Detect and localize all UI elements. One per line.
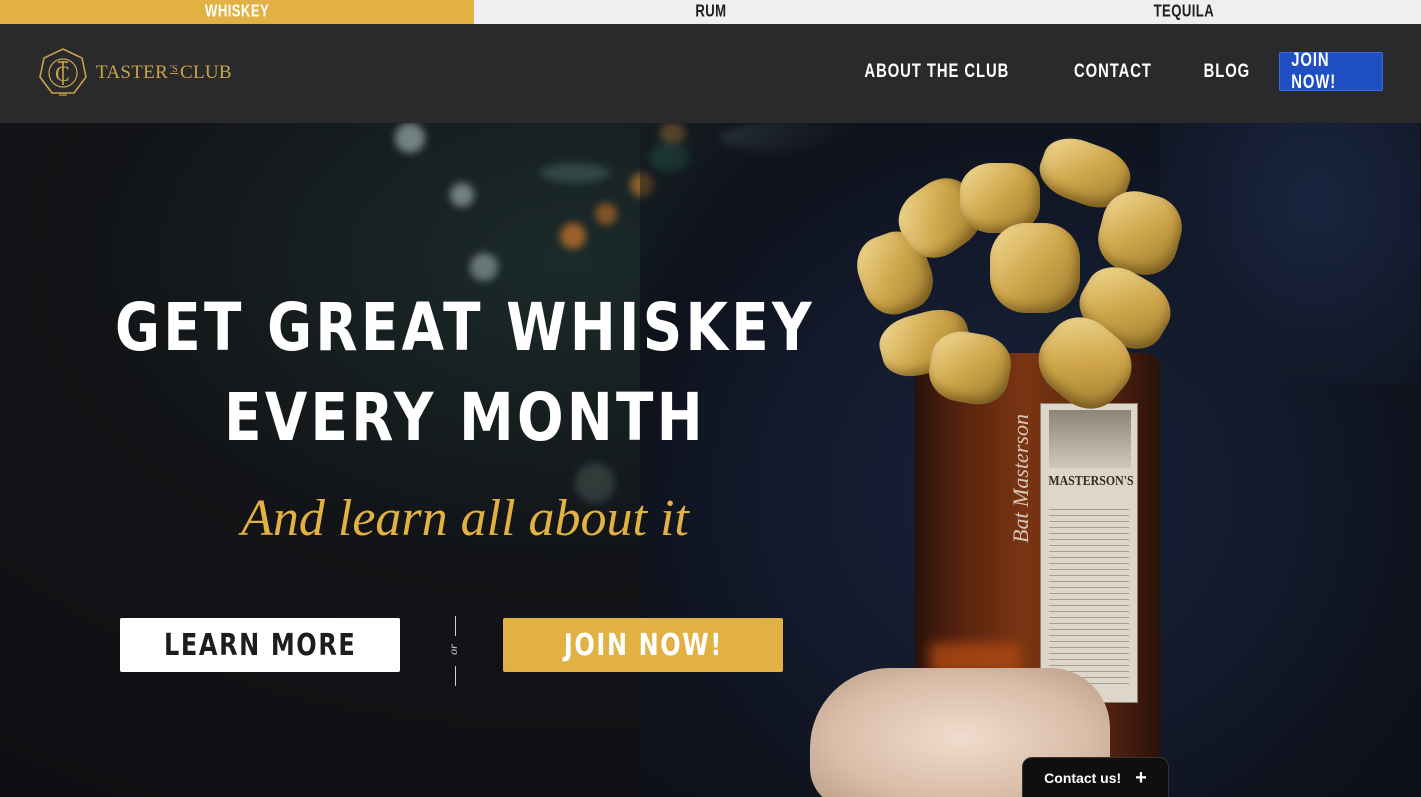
hero-section: MASTERSON'S Bat Masterson GET GREAT WHIS…: [0, 123, 1421, 797]
learn-more-button[interactable]: LEARN MORE: [120, 618, 400, 672]
logo[interactable]: C TASTER 'S CLUB: [38, 47, 232, 99]
or-divider-line-top: [455, 616, 456, 636]
logo-text: TASTER 'S CLUB: [96, 62, 232, 84]
tab-whiskey[interactable]: WHISKEY: [0, 0, 474, 26]
nav-join-now-button[interactable]: JOIN NOW!: [1279, 49, 1383, 93]
bokeh-light: [395, 123, 425, 153]
or-label: or: [445, 644, 460, 655]
bokeh-light: [595, 203, 617, 225]
label-text-lines: [1049, 504, 1129, 688]
logo-sup: 'S: [170, 64, 179, 75]
hero-title: GET GREAT WHISKEY EVERY MONTH: [0, 283, 930, 463]
shoulder-background: [1160, 123, 1420, 383]
hero-title-line-1: GET GREAT WHISKEY: [114, 289, 816, 366]
hero-join-now-label: JOIN NOW!: [563, 627, 723, 663]
bokeh-light: [560, 223, 586, 249]
bottle-label: MASTERSON'S: [1040, 403, 1138, 703]
nav-blog[interactable]: BLOG: [1204, 61, 1251, 83]
hero-join-now-button[interactable]: JOIN NOW!: [503, 618, 783, 672]
nav-about-the-club[interactable]: ABOUT THE CLUB: [864, 61, 1009, 83]
club-crest-icon: C: [39, 48, 87, 96]
or-divider: or: [446, 616, 466, 688]
gift-bow-loop: [990, 223, 1080, 313]
main-nav: ABOUT THE CLUB CONTACT BLOG JOIN NOW!: [810, 49, 1383, 93]
nav-contact[interactable]: CONTACT: [1074, 61, 1152, 83]
bokeh-light: [450, 183, 474, 207]
hero-title-line-2: EVERY MONTH: [224, 379, 706, 456]
tab-tequila[interactable]: TEQUILA: [947, 0, 1421, 26]
tab-tequila-label: TEQUILA: [1153, 2, 1215, 21]
tab-whiskey-label: WHISKEY: [204, 2, 269, 21]
hero-subtitle: And learn all about it: [241, 490, 689, 547]
contact-us-label: Contact us!: [1044, 770, 1122, 786]
bokeh-light: [470, 253, 498, 281]
tab-rum-label: RUM: [694, 2, 727, 21]
tab-rum[interactable]: RUM: [473, 0, 948, 26]
label-photo: [1049, 410, 1131, 468]
plus-icon: +: [1135, 767, 1147, 789]
learn-more-label: LEARN MORE: [163, 627, 357, 663]
bottle-signature: Bat Masterson: [1008, 414, 1033, 543]
spirit-tabs: WHISKEY RUM TEQUILA: [0, 0, 1421, 26]
logo-word-club: CLUB: [180, 62, 232, 83]
bottle-brand: MASTERSON'S: [1048, 474, 1134, 489]
nav-join-now-label: JOIN NOW!: [1291, 49, 1337, 93]
site-header: C TASTER 'S CLUB ABOUT THE CLUB CONTACT …: [0, 24, 1421, 123]
logo-word-taster: TASTER: [96, 62, 169, 83]
bokeh-light: [540, 163, 610, 183]
contact-us-widget[interactable]: Contact us! +: [1022, 757, 1169, 797]
or-divider-line-bottom: [455, 666, 456, 686]
